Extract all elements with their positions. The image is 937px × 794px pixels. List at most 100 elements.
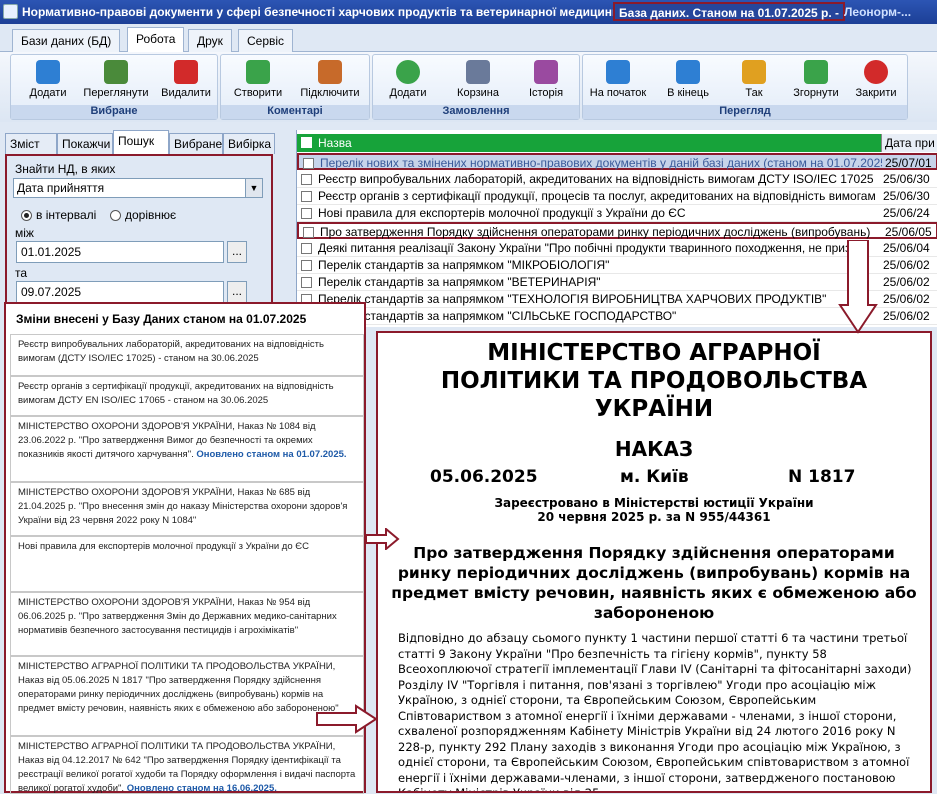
search-label: Знайти НД, в яких bbox=[15, 162, 116, 176]
row-checkbox[interactable] bbox=[301, 277, 312, 288]
arrow-up-icon bbox=[804, 60, 828, 84]
order-add-button[interactable]: Додати bbox=[373, 58, 443, 99]
to-date-picker-button[interactable]: ... bbox=[227, 281, 247, 303]
doc-registered-date: 20 червня 2025 р. за N 955/44361 bbox=[537, 510, 771, 524]
tab-index[interactable]: Покажчи bbox=[57, 133, 113, 154]
tab-print[interactable]: Друк bbox=[188, 29, 232, 52]
table-row[interactable]: Перелік нових та змінених нормативно-пра… bbox=[297, 153, 937, 170]
change-item[interactable]: МІНІСТЕРСТВО ОХОРОНИ ЗДОРОВ'Я УКРАЇНИ, Н… bbox=[10, 416, 364, 482]
window-title: Нормативно-правові документи у сфері без… bbox=[22, 5, 620, 19]
from-date-input[interactable]: 01.01.2025 bbox=[16, 241, 224, 263]
radio-equal-label: дорівнює bbox=[125, 208, 177, 222]
row-checkbox[interactable] bbox=[301, 260, 312, 271]
arrow-right-icon bbox=[366, 528, 400, 550]
to-date-input[interactable]: 09.07.2025 bbox=[16, 281, 224, 303]
row-checkbox[interactable] bbox=[303, 158, 314, 169]
comment-icon bbox=[246, 60, 270, 84]
doc-ministry: МІНІСТЕРСТВО АГРАРНОЇ ПОЛІТИКИ ТА ПРОДОВ… bbox=[440, 340, 868, 422]
row-checkbox[interactable] bbox=[301, 174, 312, 185]
group-label-orders: Замовлення bbox=[373, 105, 579, 119]
column-date[interactable]: Дата при bbox=[881, 134, 937, 152]
row-checkbox[interactable] bbox=[301, 243, 312, 254]
group-label-favorites: Вибране bbox=[11, 105, 217, 119]
arrow-down-icon bbox=[838, 240, 878, 334]
group-comments: Створити Підключити Коментарі bbox=[220, 54, 370, 120]
tab-selection[interactable]: Вибірка bbox=[223, 133, 275, 154]
tab-databases[interactable]: Бази даних (БД) bbox=[12, 29, 121, 52]
change-item[interactable]: МІНІСТЕРСТВО ОХОРОНИ ЗДОРОВ'Я УКРАЇНИ, Н… bbox=[10, 482, 364, 536]
yes-button[interactable]: Так bbox=[719, 58, 789, 99]
table-row[interactable]: Реєстр органів з сертифікації продукції,… bbox=[297, 188, 937, 205]
tab-work[interactable]: Робота bbox=[127, 27, 185, 53]
from-label: між bbox=[15, 226, 34, 240]
tab-service[interactable]: Сервіс bbox=[238, 29, 294, 52]
document-view: МІНІСТЕРСТВО АГРАРНОЇ ПОЛІТИКИ ТА ПРОДОВ… bbox=[376, 331, 932, 793]
row-checkbox[interactable] bbox=[301, 208, 312, 219]
group-label-comments: Коментарі bbox=[221, 105, 369, 119]
change-item[interactable]: Реєстр органів з сертифікації продукції,… bbox=[10, 376, 364, 416]
delete-x-icon bbox=[174, 60, 198, 84]
column-name[interactable]: Назва bbox=[318, 136, 352, 150]
doc-registered: Зареєстровано в Міністерстві юстиції Укр… bbox=[494, 496, 814, 510]
comment-attach-button[interactable]: Підключити bbox=[295, 58, 365, 99]
tab-search[interactable]: Пошук bbox=[113, 130, 169, 155]
group-view: На початок В кінець Так Згорнути Закрити… bbox=[582, 54, 908, 120]
table-row[interactable]: Реєстр випробувальних лабораторій, акред… bbox=[297, 171, 937, 188]
select-all-checkbox[interactable] bbox=[301, 137, 312, 148]
radio-interval-label: в інтервалі bbox=[36, 208, 97, 222]
table-row[interactable]: Про затвердження Порядку здійснення опер… bbox=[297, 222, 937, 239]
group-orders: Додати Корзина Історія Замовлення bbox=[372, 54, 580, 120]
radio-equal[interactable] bbox=[110, 210, 121, 221]
change-item[interactable]: Реєстр випробувальних лабораторій, акред… bbox=[10, 334, 364, 376]
left-panel-tabs: Зміст Покажчи Пошук Вибране Вибірка bbox=[5, 130, 275, 155]
lock-icon bbox=[742, 60, 766, 84]
go-end-button[interactable]: В кінець bbox=[653, 58, 723, 99]
group-favorites: Додати Переглянути Видалити Вибране bbox=[10, 54, 218, 120]
doc-number: N 1817 bbox=[788, 467, 856, 487]
view-icon bbox=[104, 60, 128, 84]
ribbon: Додати Переглянути Видалити Вибране Ство… bbox=[0, 52, 937, 122]
doc-place: м. Київ bbox=[620, 467, 689, 487]
change-item[interactable]: МІНІСТЕРСТВО АГРАРНОЇ ПОЛІТИКИ ТА ПРОДОВ… bbox=[10, 656, 364, 736]
change-item[interactable]: МІНІСТЕРСТВО ОХОРОНИ ЗДОРОВ'Я УКРАЇНИ, Н… bbox=[10, 592, 364, 656]
radio-interval[interactable] bbox=[21, 210, 32, 221]
doc-title: Про затвердження Порядку здійснення опер… bbox=[391, 544, 917, 622]
history-icon bbox=[534, 60, 558, 84]
tab-contents[interactable]: Зміст bbox=[5, 133, 57, 154]
to-label: та bbox=[15, 266, 28, 280]
user-name: Леонорм-... bbox=[844, 5, 912, 19]
basket-icon bbox=[466, 60, 490, 84]
arrow-left-icon bbox=[606, 60, 630, 84]
database-status: База даних. Станом на 01.07.2025 р. - bbox=[613, 2, 846, 21]
change-item[interactable]: МІНІСТЕРСТВО АГРАРНОЇ ПОЛІТИКИ ТА ПРОДОВ… bbox=[10, 736, 364, 794]
go-start-button[interactable]: На початок bbox=[583, 58, 653, 99]
title-bar: Нормативно-правові документи у сфері без… bbox=[0, 0, 937, 24]
order-basket-button[interactable]: Корзина bbox=[443, 58, 513, 99]
menu-bar: Бази даних (БД) Робота Друк Сервіс bbox=[0, 24, 937, 53]
search-field-select[interactable]: Дата прийняття ▼ bbox=[13, 178, 263, 198]
close-button[interactable]: Закрити bbox=[841, 58, 911, 99]
from-date-picker-button[interactable]: ... bbox=[227, 241, 247, 263]
table-header: Назва Дата при bbox=[297, 134, 937, 152]
favorites-view-button[interactable]: Переглянути bbox=[81, 58, 151, 99]
changes-panel: Зміни внесені у Базу Даних станом на 01.… bbox=[4, 302, 366, 794]
change-item[interactable]: Нові правила для експортерів молочної пр… bbox=[10, 536, 364, 592]
app-icon bbox=[3, 4, 18, 19]
comment-create-button[interactable]: Створити bbox=[223, 58, 293, 99]
plus-icon bbox=[36, 60, 60, 84]
tab-favorites[interactable]: Вибране bbox=[169, 133, 223, 154]
arrow-right-icon bbox=[676, 60, 700, 84]
chevron-down-icon[interactable]: ▼ bbox=[245, 179, 262, 197]
doc-type: НАКАЗ bbox=[614, 437, 694, 461]
doc-date: 05.06.2025 bbox=[430, 467, 538, 487]
plus-circle-icon bbox=[396, 60, 420, 84]
close-circle-icon bbox=[864, 60, 888, 84]
table-row[interactable]: Нові правила для експортерів молочної пр… bbox=[297, 205, 937, 222]
group-label-view: Перегляд bbox=[583, 105, 907, 119]
doc-body: Відповідно до абзацу сьомого пункту 1 ча… bbox=[398, 631, 912, 793]
row-checkbox[interactable] bbox=[301, 191, 312, 202]
favorites-delete-button[interactable]: Видалити bbox=[151, 58, 221, 99]
order-history-button[interactable]: Історія bbox=[511, 58, 581, 99]
favorites-add-button[interactable]: Додати bbox=[13, 58, 83, 99]
row-checkbox[interactable] bbox=[303, 227, 314, 238]
